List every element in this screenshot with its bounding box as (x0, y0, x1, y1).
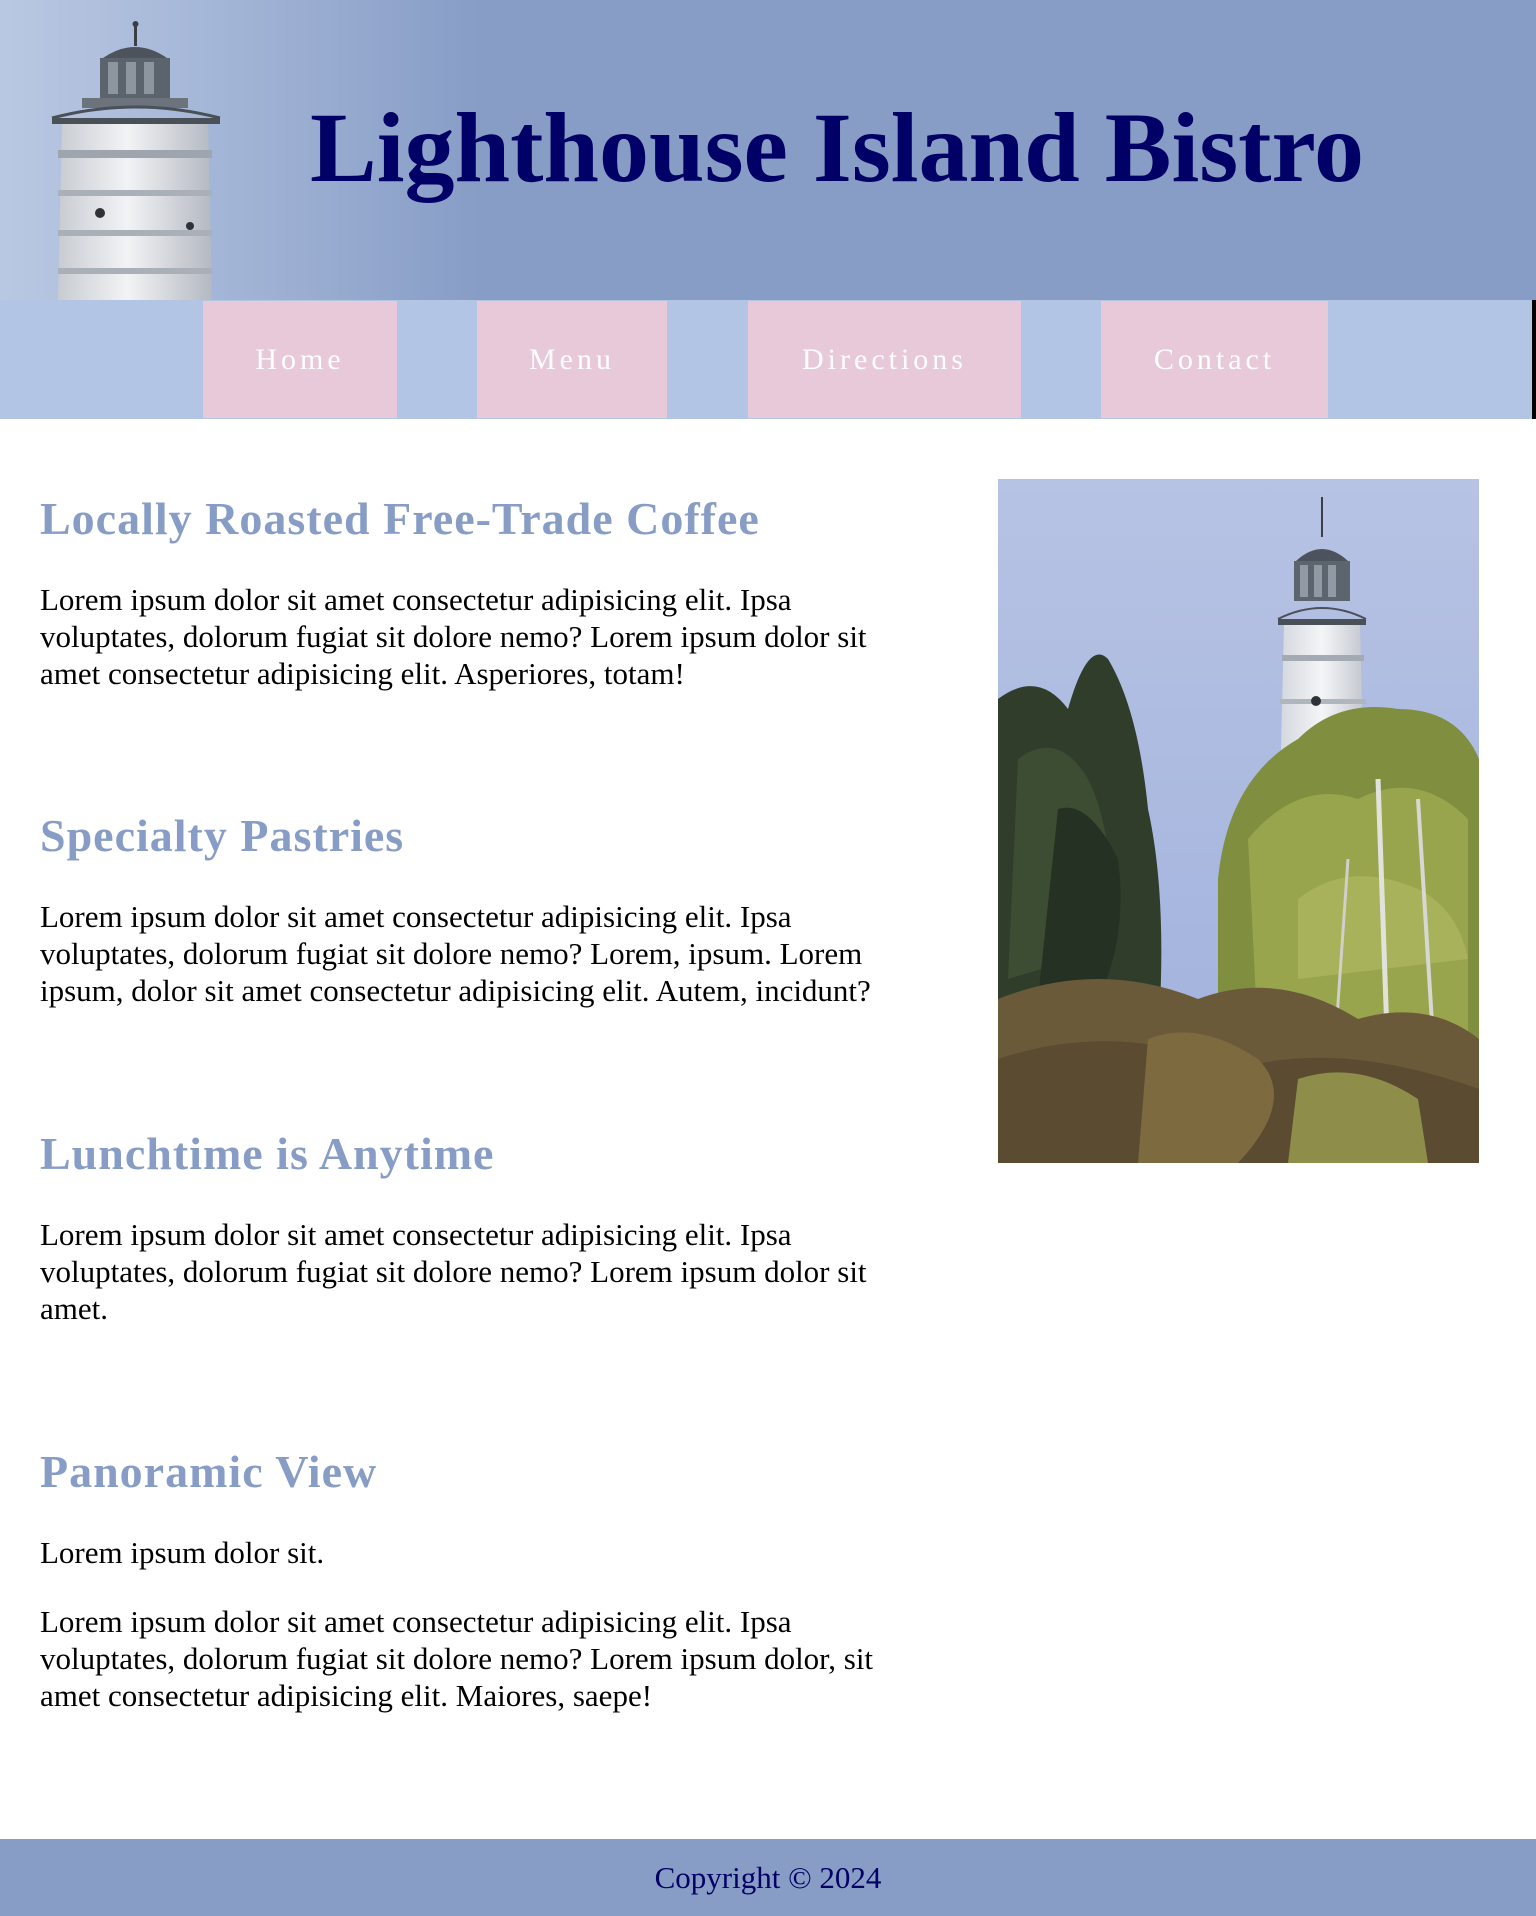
site-header: Lighthouse Island Bistro (0, 0, 1536, 300)
site-footer: Copyright © 2024 (0, 1839, 1536, 1916)
section-heading: Panoramic View (40, 1446, 378, 1497)
nav-home-link[interactable]: Home (203, 301, 397, 418)
section-paragraph: Lorem ipsum dolor sit amet consectetur a… (40, 899, 871, 1008)
section-paragraph: Lorem ipsum dolor sit amet consectetur a… (40, 582, 867, 691)
section-heading: Specialty Pastries (40, 810, 405, 861)
lighthouse-trees-image (998, 479, 1479, 1163)
section-panoramic-view: Panoramic View Lorem ipsum dolor sit. Lo… (40, 1444, 920, 1714)
section-paragraph: Lorem ipsum dolor sit. (40, 1535, 325, 1570)
section-pastries: Specialty Pastries Lorem ipsum dolor sit… (40, 808, 920, 1009)
section-lunchtime: Lunchtime is Anytime Lorem ipsum dolor s… (40, 1126, 920, 1327)
section-paragraph: Lorem ipsum dolor sit amet consectetur a… (40, 1604, 874, 1713)
site-title: Lighthouse Island Bistro (310, 92, 1365, 203)
section-heading: Locally Roasted Free-Trade Coffee (40, 493, 760, 544)
section-paragraph: Lorem ipsum dolor sit amet consectetur a… (40, 1217, 867, 1326)
main-content: Locally Roasted Free-Trade Coffee Lorem … (0, 419, 1536, 1838)
copyright-text: Copyright © 2024 (654, 1859, 882, 1895)
nav-directions-link[interactable]: Directions (748, 301, 1021, 418)
section-coffee: Locally Roasted Free-Trade Coffee Lorem … (40, 491, 920, 692)
nav-menu-link[interactable]: Menu (477, 301, 667, 418)
nav-contact-link[interactable]: Contact (1101, 301, 1328, 418)
main-nav: Home Menu Directions Contact (0, 300, 1536, 419)
section-heading: Lunchtime is Anytime (40, 1128, 495, 1179)
